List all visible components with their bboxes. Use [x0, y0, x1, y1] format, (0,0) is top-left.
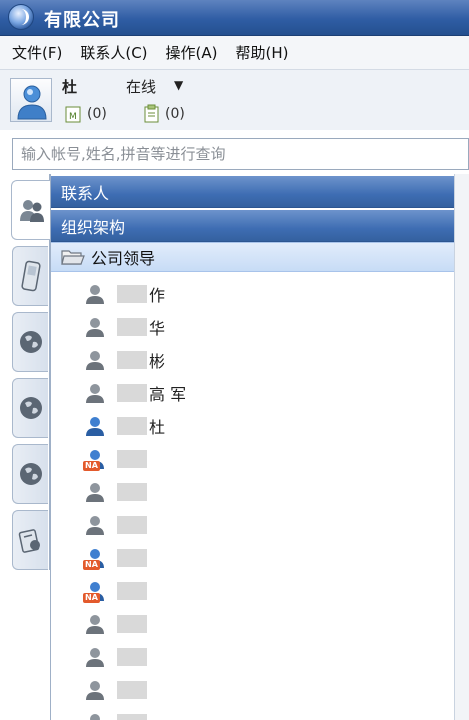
- user-gray-icon: [83, 678, 107, 702]
- redacted-block: [117, 516, 147, 534]
- redacted-block: [117, 417, 147, 435]
- folder-open-icon: [61, 250, 85, 265]
- clipboard-icon: [144, 104, 159, 123]
- user-gray-icon: [83, 381, 107, 405]
- redacted-block: [117, 714, 147, 720]
- contact-row[interactable]: 作: [83, 278, 455, 310]
- notes-counter[interactable]: (0): [142, 104, 185, 124]
- menu-bar: 文件(F) 联系人(C) 操作(A) 帮助(H): [0, 36, 469, 70]
- user-na-icon: NA: [83, 546, 107, 570]
- user-blue-icon: [83, 414, 107, 438]
- tab-contacts[interactable]: [11, 180, 51, 240]
- user-status[interactable]: 在线: [126, 76, 156, 97]
- user-gray-icon: [83, 612, 107, 636]
- contact-row[interactable]: [83, 707, 455, 720]
- tab-tools[interactable]: [12, 510, 48, 570]
- contact-row[interactable]: 华: [83, 311, 455, 343]
- user-na-icon: NA: [83, 447, 107, 471]
- globe-icon: [19, 463, 42, 485]
- contacts-panel: 联系人 组织架构 公司领导 作华彬高 军杜 NA NA NA: [50, 174, 455, 720]
- contact-name: 作: [149, 286, 166, 305]
- user-gray-icon: [83, 315, 107, 339]
- menu-file[interactable]: 文件(F): [12, 42, 62, 63]
- redacted-block: [117, 450, 147, 468]
- redacted-block: [117, 351, 147, 369]
- section-org[interactable]: 组织架构: [51, 210, 455, 242]
- contact-row[interactable]: NA: [83, 542, 455, 574]
- contact-name: 彬: [149, 352, 166, 371]
- contact-name: 华: [149, 319, 166, 338]
- contact-row[interactable]: 高 军: [83, 377, 455, 409]
- user-gray-icon: [83, 348, 107, 372]
- na-badge: NA: [83, 560, 100, 570]
- notes-count: (0): [165, 106, 185, 122]
- search-box: [12, 138, 469, 170]
- menu-help[interactable]: 帮助(H): [236, 42, 289, 63]
- globe-icon: [19, 397, 42, 419]
- window-title: 有限公司: [44, 10, 120, 31]
- mail-icon: M: [65, 106, 81, 123]
- mail-counter[interactable]: M (0): [64, 104, 107, 124]
- tab-globe-2[interactable]: [12, 378, 48, 438]
- user-status-area: 杜 在线 ▼ M (0) (0): [0, 70, 469, 130]
- svg-text:M: M: [69, 112, 77, 122]
- contact-name: 高 军: [149, 385, 187, 404]
- redacted-block: [117, 483, 147, 501]
- contact-row[interactable]: [83, 476, 455, 508]
- group-name: 公司领导: [91, 249, 156, 268]
- na-badge: NA: [83, 461, 100, 471]
- status-dropdown-icon[interactable]: ▼: [174, 78, 183, 92]
- redacted-block: [117, 648, 147, 666]
- redacted-block: [117, 285, 147, 303]
- contact-row[interactable]: [83, 674, 455, 706]
- user-gray-icon: [83, 480, 107, 504]
- people-icon: [19, 200, 44, 222]
- contact-row[interactable]: [83, 608, 455, 640]
- contact-card-icon: [18, 529, 40, 553]
- search-input[interactable]: [13, 139, 468, 169]
- redacted-block: [117, 384, 147, 402]
- user-gray-icon: [83, 513, 107, 537]
- contact-row[interactable]: [83, 641, 455, 673]
- contact-row[interactable]: [83, 509, 455, 541]
- contact-row[interactable]: NA: [83, 575, 455, 607]
- redacted-block: [117, 681, 147, 699]
- menu-contacts[interactable]: 联系人(C): [80, 42, 147, 63]
- avatar[interactable]: [10, 78, 52, 122]
- side-tabs: [10, 174, 51, 570]
- contact-name: 杜: [149, 418, 166, 437]
- user-gray-icon: [83, 645, 107, 669]
- user-na-icon: NA: [83, 579, 107, 603]
- tab-globe-1[interactable]: [12, 312, 48, 372]
- app-logo-icon: [8, 4, 34, 30]
- menu-actions[interactable]: 操作(A): [166, 42, 218, 63]
- group-row[interactable]: 公司领导: [51, 242, 455, 272]
- contact-row[interactable]: 彬: [83, 344, 455, 376]
- user-gray-icon: [83, 282, 107, 306]
- contact-row[interactable]: NA: [83, 443, 455, 475]
- redacted-block: [117, 615, 147, 633]
- user-gray-icon: [83, 711, 107, 720]
- mail-count: (0): [87, 106, 107, 122]
- section-contacts[interactable]: 联系人: [51, 176, 455, 208]
- contact-row[interactable]: 杜: [83, 410, 455, 442]
- na-badge: NA: [83, 593, 100, 603]
- mobile-phone-icon: [20, 260, 41, 292]
- tab-mobile[interactable]: [12, 246, 48, 306]
- user-avatar-icon: [17, 85, 47, 120]
- user-name: 杜: [62, 78, 78, 96]
- redacted-block: [117, 318, 147, 336]
- redacted-block: [117, 549, 147, 567]
- globe-icon: [19, 331, 42, 353]
- right-border: [454, 174, 469, 720]
- tab-globe-3[interactable]: [12, 444, 48, 504]
- redacted-block: [117, 582, 147, 600]
- title-bar: 有限公司: [0, 0, 469, 36]
